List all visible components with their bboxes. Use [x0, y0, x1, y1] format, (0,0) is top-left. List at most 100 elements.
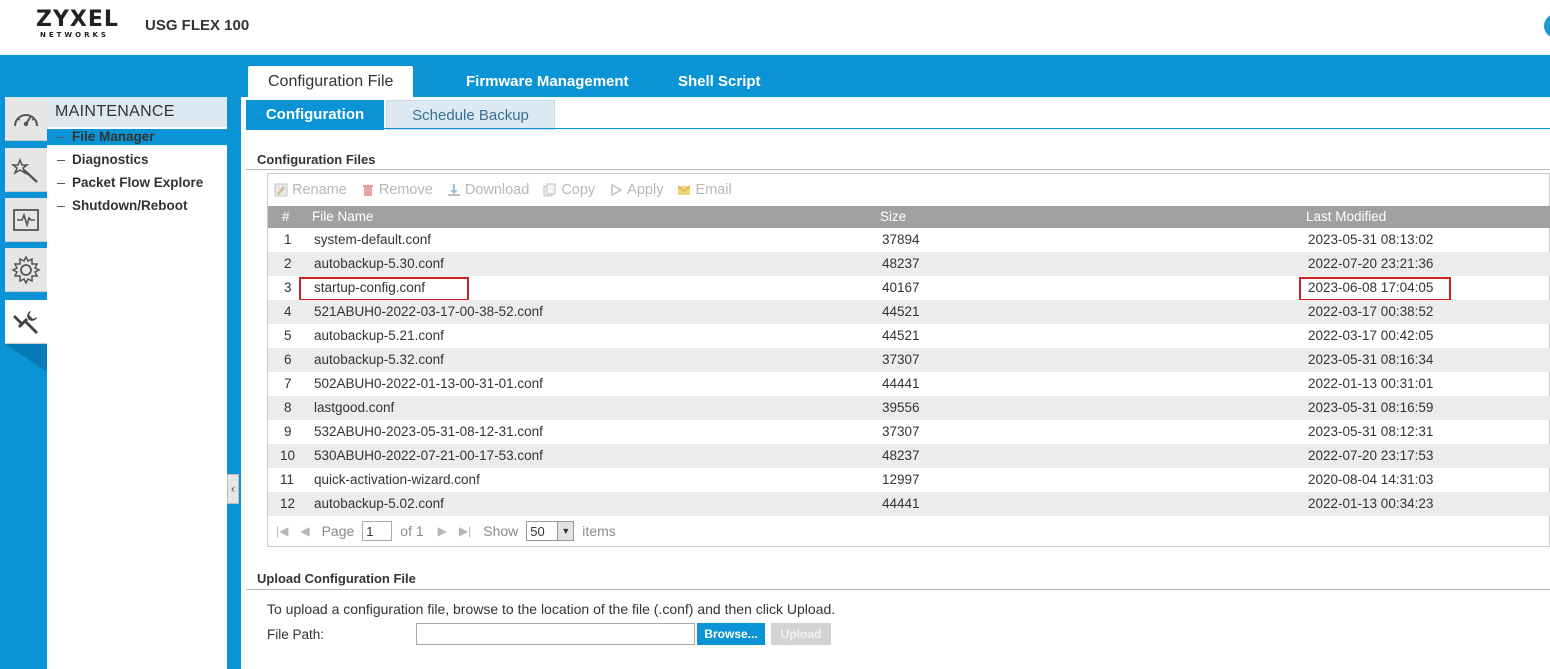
- table-header: # File Name Size Last Modified: [268, 206, 1550, 228]
- main-panel: Configuration Schedule Backup Configurat…: [241, 97, 1550, 669]
- table-row[interactable]: 9 532ABUH0-2023-05-31-08-12-31.conf 3730…: [268, 420, 1550, 444]
- copy-label: Copy: [561, 182, 596, 198]
- upload-instructions: To upload a configuration file, browse t…: [267, 601, 836, 617]
- subtab-configuration[interactable]: Configuration: [246, 100, 384, 130]
- dash-icon: [57, 159, 65, 161]
- highlight-box-file-name: [299, 277, 469, 301]
- section-divider: [246, 169, 1550, 170]
- configuration-icon[interactable]: [5, 248, 47, 292]
- tab-shell-script[interactable]: Shell Script: [678, 66, 761, 97]
- cell-size: 48237: [882, 448, 920, 463]
- zyxel-logo: ZYXEL NETWORKS: [36, 9, 119, 40]
- cell-file-name: 502ABUH0-2022-01-13-00-31-01.conf: [314, 376, 543, 391]
- menu-item-shutdown-reboot[interactable]: Shutdown/Reboot: [57, 198, 187, 213]
- user-menu-icon[interactable]: [1544, 14, 1550, 38]
- previous-page-icon[interactable]: ◀: [300, 524, 309, 538]
- table-row[interactable]: 6 autobackup-5.32.conf 37307 2023-05-31 …: [268, 348, 1550, 372]
- page-number-input[interactable]: [362, 521, 393, 541]
- tab-configuration-file[interactable]: Configuration File: [248, 66, 414, 97]
- maintenance-menu: MAINTENANCE File Manager Diagnostics Pac…: [47, 97, 227, 669]
- col-last-modified[interactable]: Last Modified: [1306, 209, 1386, 224]
- menu-item-diagnostics[interactable]: Diagnostics: [57, 152, 149, 167]
- menu-item-label: Diagnostics: [72, 152, 149, 167]
- remove-label: Remove: [378, 182, 433, 198]
- logo-sub-text: NETWORKS: [40, 31, 109, 39]
- dash-icon: [57, 136, 65, 138]
- cell-number: 2: [284, 256, 292, 271]
- play-icon: [609, 183, 623, 197]
- copy-button[interactable]: Copy: [543, 182, 595, 198]
- cell-size: 40167: [882, 280, 920, 295]
- top-tab-bar: [0, 55, 1550, 97]
- email-button[interactable]: Email: [677, 182, 732, 198]
- cell-size: 39556: [882, 400, 920, 415]
- table-row[interactable]: 7 502ABUH0-2022-01-13-00-31-01.conf 4444…: [268, 372, 1550, 396]
- download-button[interactable]: Download: [447, 182, 530, 198]
- cell-last-modified: 2022-01-13 00:34:23: [1308, 496, 1434, 511]
- table-row[interactable]: 3 startup-config.conf 40167 2023-06-08 1…: [268, 276, 1550, 301]
- remove-button[interactable]: Remove: [361, 182, 433, 198]
- monitor-icon[interactable]: [5, 198, 47, 242]
- table-row[interactable]: 12 autobackup-5.02.conf 44441 2022-01-13…: [268, 492, 1550, 516]
- dashboard-icon[interactable]: [5, 97, 47, 141]
- browse-button[interactable]: Browse...: [697, 623, 765, 645]
- highlight-box-last-modified: [1299, 277, 1451, 301]
- configuration-files-table: Rename Remove Download Copy Apply Email: [267, 173, 1550, 547]
- cell-file-name: autobackup-5.32.conf: [314, 352, 444, 367]
- last-page-icon[interactable]: ▶|: [459, 524, 471, 538]
- download-icon: [447, 183, 461, 197]
- table-toolbar: Rename Remove Download Copy Apply Email: [268, 174, 746, 206]
- download-label: Download: [464, 182, 530, 198]
- cell-last-modified: 2023-05-31 08:13:02: [1308, 232, 1434, 247]
- menu-item-label: File Manager: [72, 129, 155, 144]
- cell-file-name: 532ABUH0-2023-05-31-08-12-31.conf: [314, 424, 543, 439]
- table-row[interactable]: 10 530ABUH0-2022-07-21-00-17-53.conf 482…: [268, 444, 1550, 468]
- table-row[interactable]: 4 521ABUH0-2022-03-17-00-38-52.conf 4452…: [268, 300, 1550, 324]
- subtab-schedule-backup[interactable]: Schedule Backup: [386, 100, 555, 130]
- menu-item-packet-flow-explore[interactable]: Packet Flow Explore: [57, 175, 203, 190]
- file-path-input[interactable]: [416, 623, 695, 645]
- product-name: USG FLEX 100: [145, 17, 250, 34]
- menu-item-label: Packet Flow Explore: [72, 175, 204, 190]
- wizard-icon[interactable]: [5, 148, 47, 192]
- apply-button[interactable]: Apply: [609, 182, 663, 198]
- cell-number: 3: [284, 280, 292, 295]
- table-row[interactable]: 5 autobackup-5.21.conf 44521 2022-03-17 …: [268, 324, 1550, 348]
- cell-size: 37894: [882, 232, 920, 247]
- menu-title: MAINTENANCE: [55, 103, 175, 120]
- cell-file-name: autobackup-5.30.conf: [314, 256, 444, 271]
- cell-file-name: system-default.conf: [314, 232, 432, 247]
- col-number[interactable]: #: [282, 209, 290, 224]
- col-file-name[interactable]: File Name: [312, 209, 374, 224]
- cell-last-modified: 2022-01-13 00:31:01: [1308, 376, 1434, 391]
- upload-button[interactable]: Upload: [771, 623, 831, 645]
- table-row[interactable]: 8 lastgood.conf 39556 2023-05-31 08:16:5…: [268, 396, 1550, 420]
- icon-rail: [0, 97, 47, 669]
- cell-number: 1: [284, 232, 292, 247]
- rail-active-pointer: [5, 344, 47, 372]
- next-page-icon[interactable]: ▶: [438, 524, 447, 538]
- cell-file-name: autobackup-5.02.conf: [314, 496, 444, 511]
- col-size[interactable]: Size: [880, 209, 906, 224]
- collapse-menu-button[interactable]: ‹: [227, 474, 239, 504]
- cell-size: 12997: [882, 472, 920, 487]
- dash-icon: [57, 205, 65, 207]
- table-row[interactable]: 2 autobackup-5.30.conf 48237 2022-07-20 …: [268, 252, 1550, 276]
- cell-last-modified: 2023-05-31 08:12:31: [1308, 424, 1434, 439]
- tab-firmware-management[interactable]: Firmware Management: [466, 66, 629, 97]
- menu-item-file-manager[interactable]: File Manager: [47, 129, 227, 145]
- rename-button[interactable]: Rename: [274, 182, 347, 198]
- table-row[interactable]: 1 system-default.conf 37894 2023-05-31 0…: [268, 228, 1550, 252]
- page-size-select[interactable]: 50 ▼: [526, 521, 575, 541]
- cell-file-name: 530ABUH0-2022-07-21-00-17-53.conf: [314, 448, 543, 463]
- panel-divider: [227, 97, 241, 669]
- table-row[interactable]: 11 quick-activation-wizard.conf 12997 20…: [268, 468, 1550, 492]
- maintenance-icon[interactable]: [5, 300, 47, 344]
- cell-number: 7: [284, 376, 292, 391]
- cell-size: 44441: [882, 376, 920, 391]
- cell-number: 11: [280, 472, 295, 487]
- cell-number: 9: [284, 424, 292, 439]
- cell-number: 4: [284, 304, 292, 319]
- first-page-icon[interactable]: |◀: [276, 524, 288, 538]
- items-label: items: [582, 523, 616, 539]
